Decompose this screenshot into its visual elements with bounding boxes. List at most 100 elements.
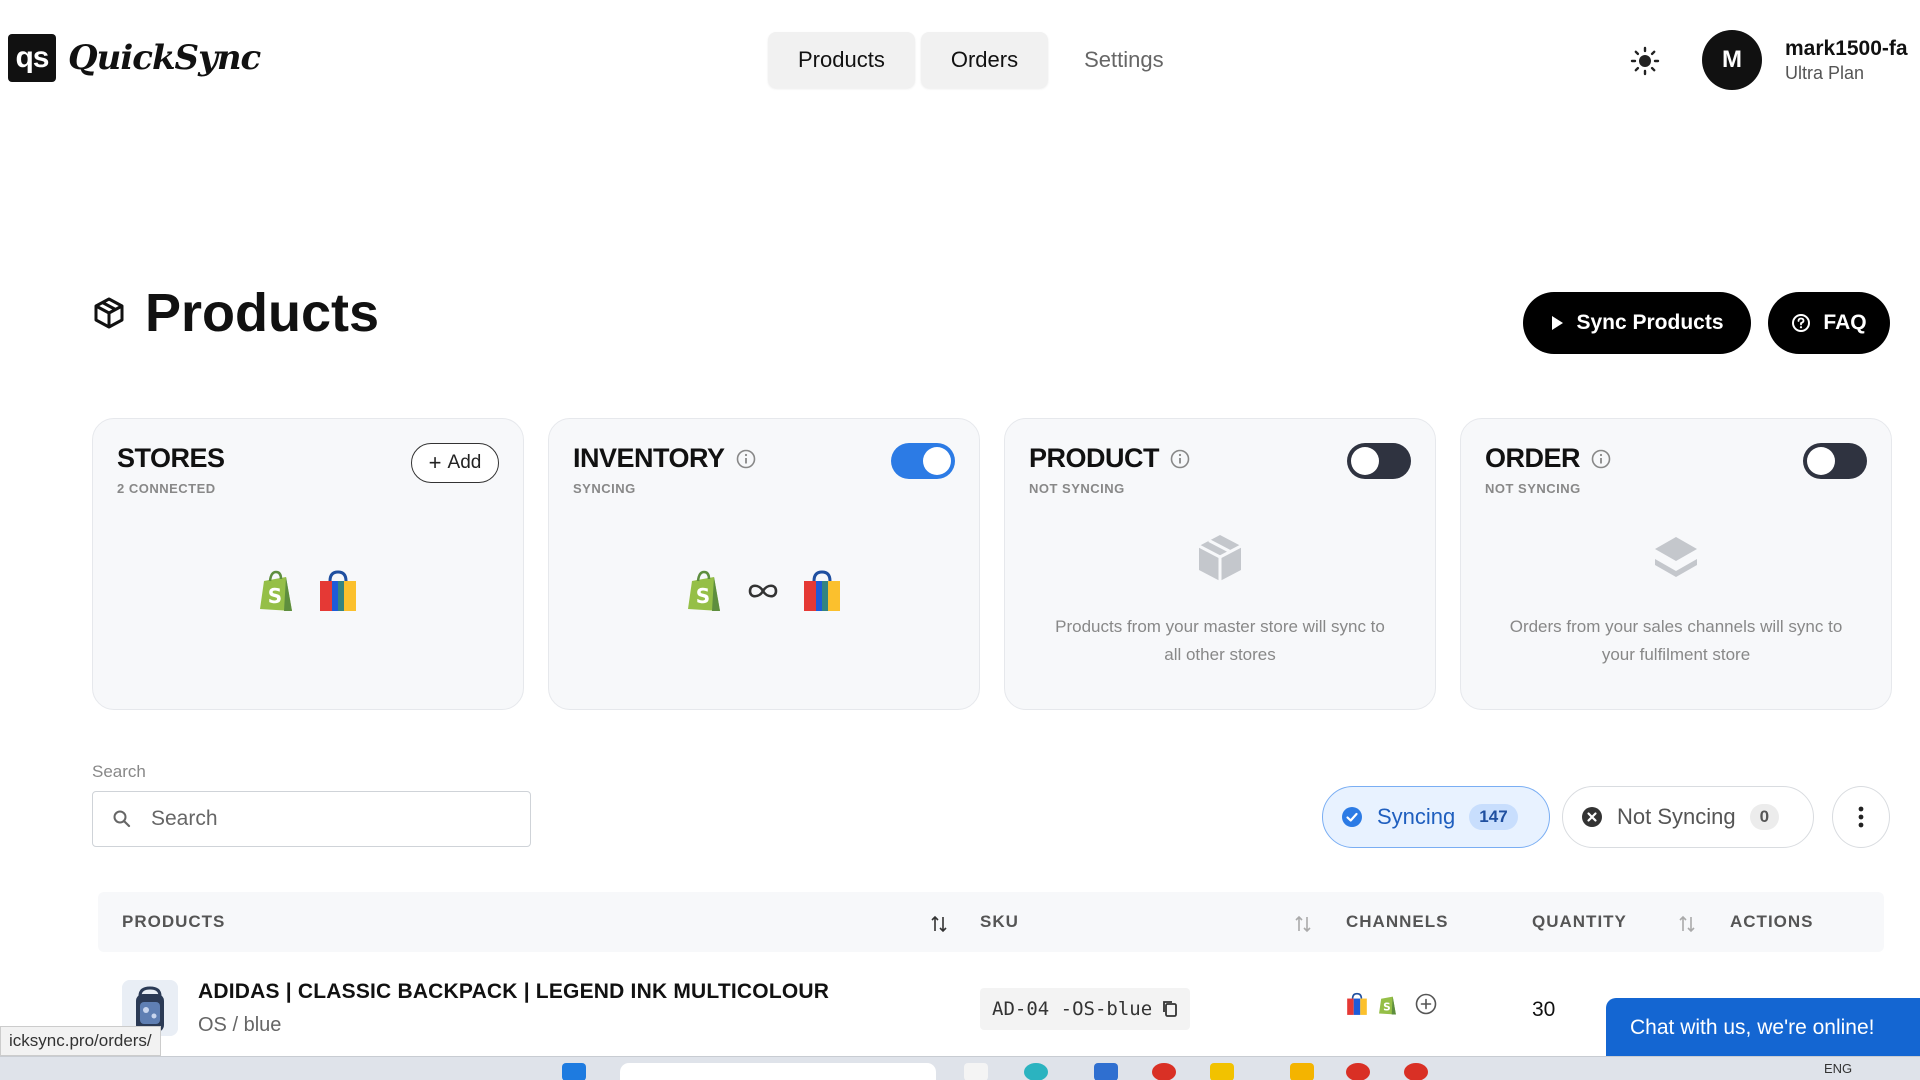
user-name[interactable]: mark1500-fa (1785, 37, 1908, 61)
stores-title: STORES (117, 443, 225, 473)
box-icon (1005, 531, 1435, 585)
product-title: PRODUCT (1029, 443, 1191, 474)
search-field[interactable] (92, 791, 531, 847)
page-title: Products (145, 283, 380, 343)
info-icon[interactable] (735, 448, 757, 470)
search-icon (113, 810, 131, 828)
sort-icon[interactable] (1294, 914, 1312, 934)
sync-products-label: Sync Products (1576, 311, 1724, 334)
faq-label: FAQ (1823, 311, 1867, 334)
stores-icons: S (93, 569, 523, 613)
svg-text:S: S (268, 584, 282, 608)
sort-icon[interactable] (930, 914, 948, 934)
marketplace-bag-icon (320, 570, 356, 611)
add-store-button[interactable]: + Add (411, 443, 499, 483)
not-syncing-label: Not Syncing (1617, 804, 1736, 829)
windows-start-icon[interactable] (562, 1063, 586, 1080)
taskbar-app-icon[interactable] (1346, 1063, 1370, 1080)
channels-cell: S (1346, 992, 1438, 1016)
sort-icon[interactable] (1678, 914, 1696, 934)
stores-subtitle: 2 CONNECTED (117, 481, 216, 496)
plus-icon: + (428, 450, 442, 475)
chat-widget[interactable]: Chat with us, we're online! (1606, 998, 1920, 1058)
not-syncing-filter[interactable]: Not Syncing 0 (1562, 786, 1814, 848)
order-subtitle: NOT SYNCING (1485, 481, 1581, 496)
product-variant: OS / blue (198, 1014, 282, 1036)
status-url: icksync.pro/orders/ (0, 1026, 161, 1056)
order-sync-toggle[interactable] (1803, 443, 1867, 479)
sku-chip[interactable]: AD-04 -OS-blue (980, 988, 1191, 1030)
inventory-subtitle: SYNCING (573, 481, 636, 496)
top-header: qs QuickSync Products Orders Settings M … (0, 0, 1920, 120)
toggle-knob (923, 447, 951, 475)
sync-products-button[interactable]: Sync Products (1523, 292, 1751, 354)
product-sync-toggle[interactable] (1347, 443, 1411, 479)
shopify-icon: S (688, 570, 720, 611)
taskbar-app-icon[interactable] (1024, 1063, 1048, 1080)
nav-settings[interactable]: Settings (1054, 32, 1194, 88)
more-vertical-icon (1858, 806, 1864, 828)
marketplace-bag-icon (1347, 992, 1367, 1015)
logo-text[interactable]: QuickSync (68, 38, 261, 78)
taskbar-app-icon[interactable] (1290, 1063, 1314, 1080)
info-icon[interactable] (1169, 448, 1191, 470)
table-header: PRODUCTS SKU CHANNELS QUANTITY ACTIONS (98, 892, 1884, 952)
main-nav: Products Orders Settings (768, 32, 1194, 88)
info-icon[interactable] (1590, 448, 1612, 470)
product-name[interactable]: ADIDAS | CLASSIC BACKPACK | LEGEND INK M… (198, 980, 829, 1004)
taskbar-app-icon[interactable] (964, 1063, 988, 1080)
taskbar-app-icon[interactable] (1210, 1063, 1234, 1080)
taskbar: ENG (0, 1056, 1920, 1080)
taskbar-app-icon[interactable] (1152, 1063, 1176, 1080)
check-circle-icon (1342, 807, 1362, 827)
layers-icon (1461, 531, 1891, 585)
taskbar-app-icon[interactable] (1404, 1063, 1428, 1080)
avatar[interactable]: M (1702, 30, 1762, 90)
shopify-icon: S (260, 570, 292, 611)
inventory-icons: S (549, 569, 979, 613)
syncing-filter[interactable]: Syncing 147 (1322, 786, 1550, 848)
sku-value: AD-04 -OS-blue (992, 998, 1153, 1020)
play-icon (1552, 316, 1564, 330)
nav-products[interactable]: Products (768, 32, 915, 88)
taskbar-search[interactable] (620, 1063, 936, 1080)
inventory-card: INVENTORY SYNCING S (548, 418, 980, 710)
sun-icon[interactable] (1628, 44, 1662, 78)
search-input[interactable] (151, 800, 511, 838)
inventory-title: INVENTORY (573, 443, 757, 474)
add-channel-icon[interactable] (1414, 992, 1438, 1016)
taskbar-language[interactable]: ENG (1824, 1061, 1852, 1076)
more-options-button[interactable] (1832, 786, 1890, 848)
column-channels: CHANNELS (1346, 912, 1449, 931)
order-description: Orders from your sales channels will syn… (1509, 617, 1843, 664)
help-icon (1792, 314, 1811, 332)
faq-button[interactable]: FAQ (1768, 292, 1890, 354)
user-plan: Ultra Plan (1785, 63, 1865, 83)
column-quantity[interactable]: QUANTITY (1532, 912, 1627, 932)
chat-label: Chat with us, we're online! (1630, 1016, 1875, 1039)
svg-text:S: S (1383, 1001, 1391, 1013)
infinity-icon (748, 584, 778, 598)
toggle-knob (1807, 447, 1835, 475)
column-actions: ACTIONS (1730, 912, 1814, 931)
svg-text:S: S (696, 584, 710, 608)
quantity-value: 30 (1532, 998, 1556, 1021)
search-label: Search (92, 762, 146, 781)
syncing-count: 147 (1469, 804, 1518, 830)
copy-icon[interactable] (1162, 1000, 1178, 1018)
product-description: Products from your master store will syn… (1055, 617, 1385, 664)
column-products[interactable]: PRODUCTS (122, 912, 225, 932)
order-title: ORDER (1485, 443, 1612, 474)
x-circle-icon (1582, 807, 1602, 827)
nav-orders[interactable]: Orders (920, 32, 1049, 88)
stores-card: STORES 2 CONNECTED + Add S (92, 418, 524, 710)
cube-icon (92, 296, 126, 330)
column-sku[interactable]: SKU (980, 912, 1019, 932)
marketplace-bag-icon (804, 570, 840, 611)
inventory-sync-toggle[interactable] (891, 443, 955, 479)
logo-mark[interactable]: qs (8, 34, 56, 82)
taskbar-app-icon[interactable] (1094, 1063, 1118, 1080)
not-syncing-count: 0 (1749, 804, 1780, 830)
syncing-label: Syncing (1377, 804, 1456, 829)
order-card: ORDER NOT SYNCING Orders from your sales… (1460, 418, 1892, 710)
